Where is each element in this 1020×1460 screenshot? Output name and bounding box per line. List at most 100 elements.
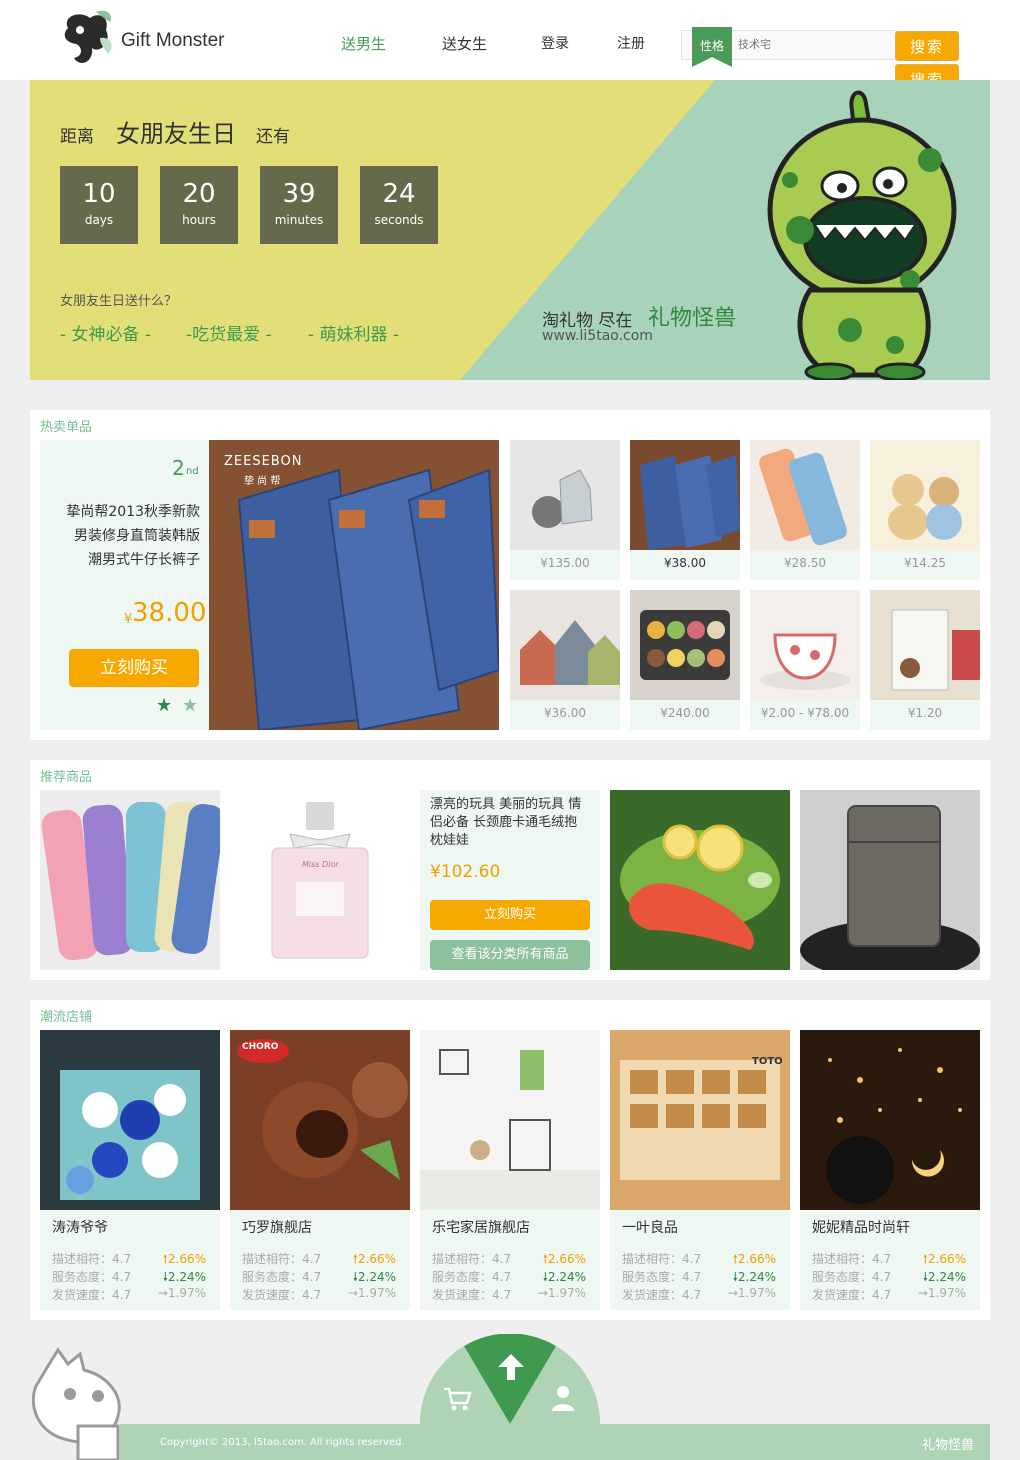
user-profile-icon[interactable] — [550, 1384, 576, 1412]
product-thumb[interactable]: ¥36.00 — [510, 590, 620, 730]
countdown-suffix: 还有 — [256, 127, 290, 147]
slogan-site: www.li5tao.com — [542, 328, 653, 344]
countdown-seconds: 24 seconds — [360, 166, 438, 244]
product-thumb[interactable]: ¥38.00 — [630, 440, 740, 580]
monster-logo-icon[interactable] — [60, 8, 118, 70]
recommended-product-name: 漂亮的玩具 美丽的玩具 情侣必备 长颈鹿卡通毛绒抱 枕娃娃 — [430, 797, 582, 848]
store-stat: 发货速度：4.7 →1.97% — [432, 1286, 586, 1302]
store-stat: 发货速度：4.7 →1.97% — [812, 1286, 966, 1302]
store-stat: 描述相符：4.7 🠕2.66% — [242, 1252, 396, 1266]
countdown-event: 女朋友生日 — [116, 120, 236, 148]
store-stat: 描述相符：4.7 🠕2.66% — [812, 1252, 966, 1266]
header: Gift Monster 送男生 送女生 登录 注册 性格 搜索 搜索 — [0, 0, 1020, 94]
shopping-cart-icon[interactable] — [442, 1386, 472, 1412]
product-thumb[interactable]: ¥1.20 — [870, 590, 980, 730]
store-stat: 描述相符：4.7 🠕2.66% — [52, 1252, 206, 1266]
stores-title: 潮流店铺 — [40, 1010, 93, 1025]
link-goddess[interactable]: - 女神必备 - — [60, 320, 151, 345]
featured-product-card[interactable]: 2 nd 挚尚帮2013秋季新款 男装修身直筒装韩版 潮男式牛仔长裤子 ¥ 38.0… — [40, 440, 210, 730]
store-stat: 发货速度：4.7 →1.97% — [242, 1286, 396, 1302]
notebook-image — [870, 590, 980, 700]
store-card[interactable]: 乐宅家居旗舰店 描述相符：4.7 🠕2.66% 服务态度：4.7 🠗2.24% 发货… — [420, 1030, 600, 1310]
link-foodie[interactable]: -吃货最爱 - — [186, 320, 272, 345]
phone-cases-image[interactable] — [40, 790, 220, 970]
back-to-top-arrow-icon[interactable] — [494, 1350, 528, 1384]
product-price: ¥28.50 — [784, 556, 826, 570]
product-price: ¥2.00 - ¥78.00 — [760, 706, 850, 720]
hot-items-title: 热卖单品 — [40, 420, 93, 435]
product-thumb[interactable]: ¥240.00 — [630, 590, 740, 730]
store-card[interactable]: 妮妮精品时尚轩 描述相符：4.7 🠕2.66% 服务态度：4.7 🠗2.24% 发货… — [800, 1030, 980, 1310]
store-card[interactable]: 涛涛爷爷 描述相符：4.7 🠕2.66% 服务态度：4.7 🠗2.24% 发货速度：… — [40, 1030, 220, 1310]
toto-label: TOTO — [752, 1056, 783, 1067]
teddy-bear-image — [870, 440, 980, 550]
choro-badge-text: CHORO — [242, 1042, 279, 1052]
perfume-image[interactable] — [230, 790, 410, 970]
countdown-banner: 距离 女朋友生日 还有 10 days 20 hours 39 minutes 24 s… — [30, 80, 990, 380]
gift-question: 女朋友生日送什么？ — [60, 294, 178, 309]
store-stat: 描述相符：4.7 🠕2.66% — [622, 1252, 776, 1266]
teacup-image — [750, 590, 860, 700]
store-name: 巧罗旗舰店 — [242, 1220, 312, 1236]
macarons-image — [630, 590, 740, 700]
nav-register[interactable]: 注册 — [617, 33, 645, 53]
star-icon[interactable]: ★ — [182, 695, 198, 716]
store-name: 涛涛爷爷 — [52, 1220, 108, 1236]
crystal-cat-image — [510, 440, 620, 550]
nav-girls[interactable]: 送女生 — [442, 33, 487, 54]
product-price: ¥1.20 — [907, 706, 943, 720]
countdown-days: 10 days — [60, 166, 138, 244]
countdown-minutes: 39 minutes — [260, 166, 338, 244]
store-stat: 服务态度：4.7 🠗2.24% — [242, 1270, 396, 1284]
countdown-prefix: 距离 — [60, 127, 94, 147]
hot-items-section: 热卖单品 2 nd 挚尚帮2013秋季新款 男装修身直筒装韩版 潮男式牛仔长裤子 ¥… — [30, 410, 990, 740]
footer-brand: 礼物怪兽 — [922, 1438, 975, 1453]
search-tag-label: 性格 — [699, 39, 724, 53]
product-thumb[interactable]: ¥28.50 — [750, 440, 860, 580]
phone-case-image — [750, 440, 860, 550]
lighter-image[interactable] — [800, 790, 980, 970]
copyright-text: Copyright© 2013, I5tao.com. All rights r… — [160, 1437, 405, 1448]
star-projector-image — [800, 1030, 980, 1210]
nav-boys[interactable]: 送男生 — [341, 33, 386, 54]
ceramic-houses-image — [510, 590, 620, 700]
rank-suffix: nd — [186, 466, 199, 477]
recommended-product-card[interactable]: 漂亮的玩具 美丽的玩具 情侣必备 长颈鹿卡通毛绒抱 枕娃娃 ¥102.60 立刻购… — [420, 790, 600, 970]
featured-product-name: 挚尚帮2013秋季新款 男装修身直筒装韩版 潮男式牛仔长裤子 — [66, 504, 200, 568]
search-button[interactable]: 搜索 — [895, 31, 959, 61]
featured-price: 38.00 — [132, 598, 207, 628]
link-cute[interactable]: - 萌妹利器 - — [308, 320, 399, 345]
buy-now-button[interactable]: 立刻购买 — [430, 900, 590, 930]
view-category-button[interactable]: 查看该分类所有商品 — [430, 940, 590, 970]
nav-login[interactable]: 登录 — [541, 33, 569, 53]
store-stat: 服务态度：4.7 🠗2.24% — [622, 1270, 776, 1284]
recommended-title: 推荐商品 — [40, 770, 93, 785]
shrimp-dish-image[interactable] — [610, 790, 790, 970]
store-name: 一叶良品 — [622, 1220, 678, 1236]
product-price: ¥38.00 — [664, 556, 706, 570]
kitchen-decal-image — [420, 1030, 600, 1210]
product-thumb[interactable]: ¥14.25 — [870, 440, 980, 580]
search-input[interactable] — [738, 34, 888, 56]
flower-box-image — [40, 1030, 220, 1210]
brand-label: ZEESEBON — [224, 454, 303, 469]
store-stat: 服务态度：4.7 🠗2.24% — [812, 1270, 966, 1284]
store-stat: 描述相符：4.7 🠕2.66% — [432, 1252, 586, 1266]
brand-label-cn: 挚 尚 帮 — [244, 476, 281, 487]
store-stat: 发货速度：4.7 →1.97% — [52, 1286, 206, 1302]
logo-text[interactable]: Gift Monster — [121, 30, 224, 52]
store-stat: 服务态度：4.7 🠗2.24% — [432, 1270, 586, 1284]
star-icon[interactable]: ★ — [156, 695, 172, 716]
product-thumb[interactable]: ¥135.00 — [510, 440, 620, 580]
slogan-brand: 礼物怪兽 — [648, 306, 737, 331]
store-card[interactable]: TOTO 一叶良品 描述相符：4.7 🠕2.66% 服务态度：4.7 🠗2.24% … — [610, 1030, 790, 1310]
product-price: ¥36.00 — [544, 706, 586, 720]
recommended-price: ¥102.60 — [430, 862, 501, 882]
product-thumb[interactable]: ¥2.00 - ¥78.00 — [750, 590, 860, 730]
product-price: ¥135.00 — [540, 556, 590, 570]
perfume-label: Miss Dior — [302, 860, 339, 869]
buy-now-button[interactable]: 立刻购买 — [69, 649, 199, 687]
trend-stores-section: 潮流店铺 涛涛爷爷 描述相符：4.7 🠕2.66% 服务态度：4.7 🠗2.24% … — [30, 1000, 990, 1320]
store-name: 乐宅家居旗舰店 — [432, 1220, 530, 1236]
store-card[interactable]: CHORO 巧罗旗舰店 描述相符：4.7 🠕2.66% 服务态度：4.7 🠗2.24… — [230, 1030, 410, 1310]
